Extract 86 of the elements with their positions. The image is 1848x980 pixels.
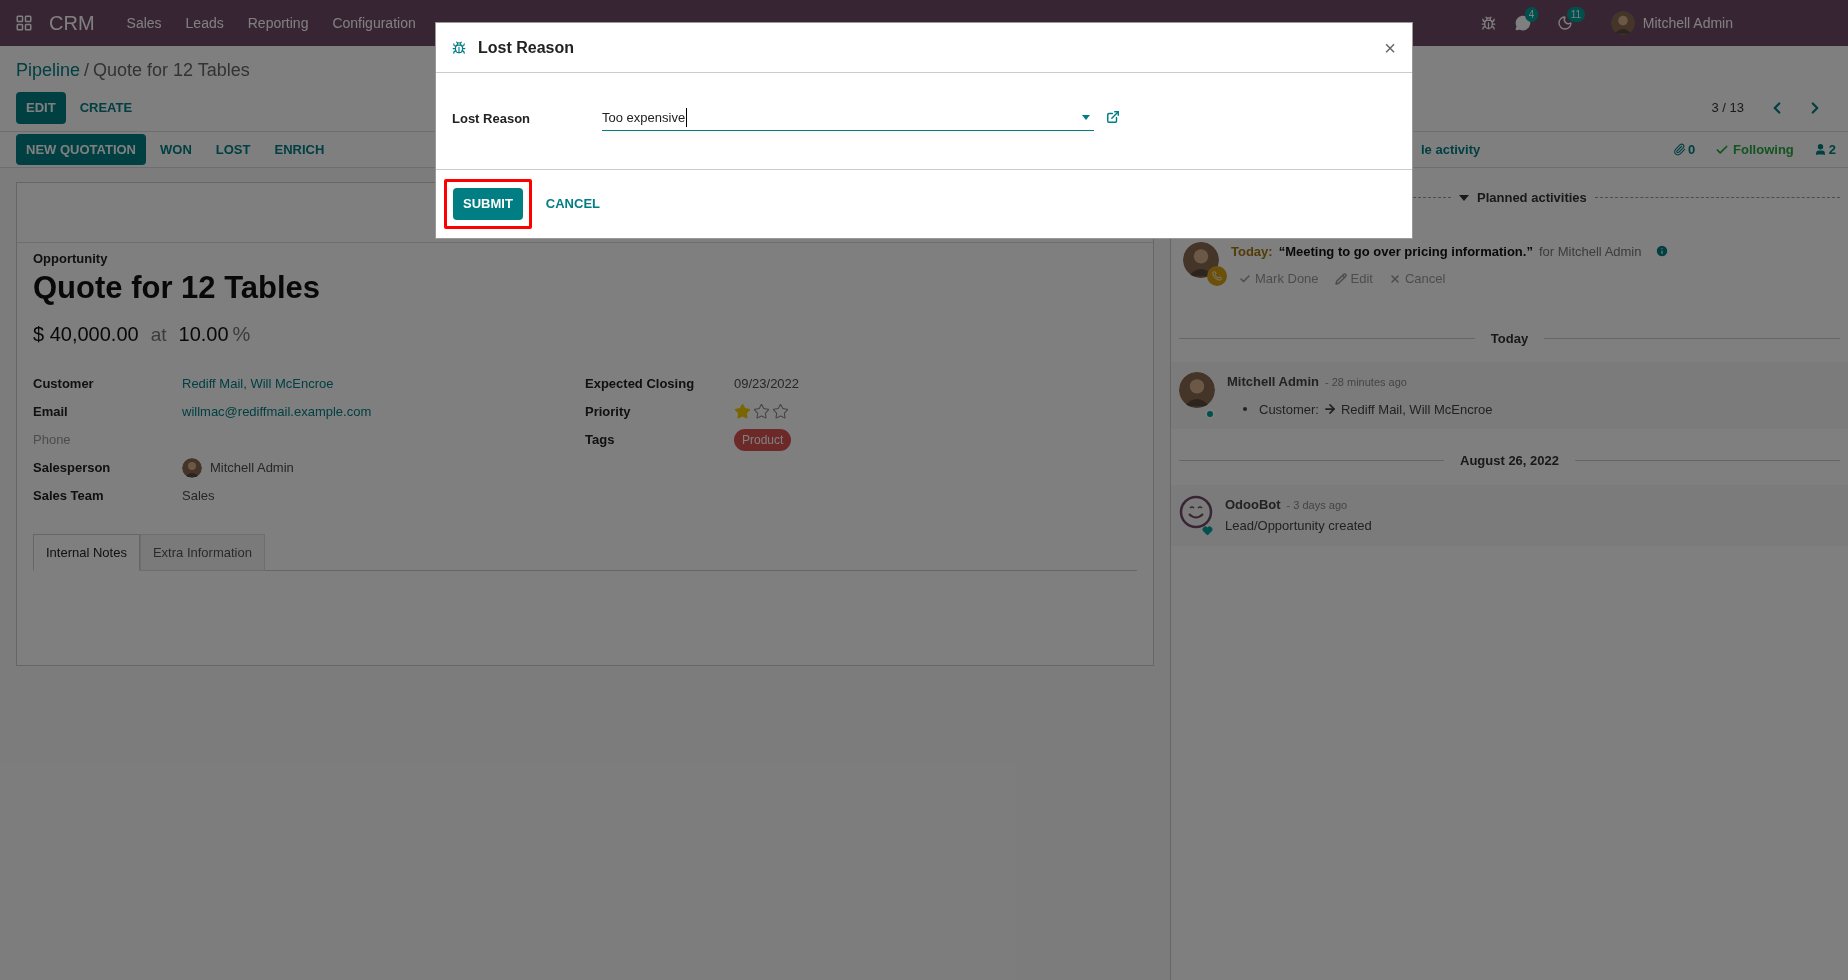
text-button[interactable]: LOST (205, 133, 261, 166)
debug-icon[interactable] (452, 40, 466, 55)
field-label: Sales Team (33, 487, 105, 505)
breadcrumb-separator: / (84, 58, 90, 82)
menu-item[interactable]: Configuration (320, 12, 428, 34)
planned-activities-toggle[interactable]: Planned activities (1477, 188, 1587, 208)
dropdown-caret-icon[interactable] (1082, 115, 1090, 120)
message-body: Lead/Opportunity created (1225, 517, 1372, 535)
user-avatar (1183, 241, 1219, 278)
breadcrumb-link[interactable]: Pipeline (16, 56, 81, 84)
notebook-tab[interactable]: Extra Information (139, 533, 265, 572)
following-button[interactable]: Following (1733, 139, 1794, 160)
field-link[interactable]: Rediff Mail, Will McEncroe (182, 374, 334, 394)
primary-button[interactable]: EDIT (16, 92, 66, 124)
count-badge: 11 (1566, 7, 1586, 22)
tracking-value: Rediff Mail, Will McEncroe (1340, 400, 1493, 419)
text-button[interactable]: CREATE (69, 92, 143, 124)
user-menu[interactable]: Mitchell Admin (1642, 12, 1733, 34)
due-label: Today: (1231, 242, 1273, 261)
message-author[interactable]: OdooBot (1225, 494, 1281, 514)
breadcrumb-current: Quote for 12 Tables (93, 58, 250, 82)
activity-assignee: for Mitchell Admin (1538, 242, 1642, 261)
count-badge: 4 (1524, 7, 1539, 22)
expected-revenue: $ 40,000.00 (33, 322, 139, 348)
field-label: Salesperson (33, 459, 112, 477)
primary-button[interactable]: NEW QUOTATION (16, 133, 146, 166)
info-icon[interactable] (1655, 244, 1670, 259)
dialog-title: Lost Reason (478, 37, 575, 58)
tracking-field: Customer: (1259, 399, 1319, 419)
field-label: Lost Reason (452, 110, 531, 128)
apps-menu-icon[interactable] (15, 14, 33, 32)
phone-badge-icon (1207, 265, 1227, 286)
field-value: 09/23/2022 (734, 375, 800, 393)
star-icon[interactable] (734, 403, 751, 421)
star-icon[interactable] (753, 403, 770, 421)
date-separator: August 26, 2022 (1460, 452, 1559, 470)
activity-icon[interactable] (1556, 15, 1573, 31)
field-value: Sales (182, 487, 215, 505)
followers-count[interactable]: 2 (1828, 139, 1836, 160)
debug-icon[interactable] (1480, 15, 1496, 31)
field-value: Mitchell Admin (210, 459, 294, 477)
user-avatar (1610, 11, 1635, 35)
app-name[interactable]: CRM (49, 8, 95, 38)
record-type-label: Opportunity (33, 250, 109, 268)
percent-sign: % (232, 322, 251, 348)
schedule-activity-link[interactable]: le activity (1421, 139, 1481, 160)
activity-summary: “Meeting to go over pricing information.” (1278, 242, 1533, 261)
check-icon (1239, 272, 1251, 285)
attachment-count[interactable]: 0 (1687, 139, 1696, 160)
user-avatar (182, 457, 202, 478)
menu-item[interactable]: Reporting (235, 12, 321, 34)
field-value: Too expensive (602, 107, 688, 128)
close-button[interactable]: × (1384, 37, 1396, 58)
text-button[interactable]: WON (150, 133, 202, 166)
field-label: Priority (585, 403, 632, 421)
online-status-icon (1205, 409, 1215, 419)
external-link-icon[interactable] (1106, 110, 1120, 124)
field-label: Email (33, 403, 69, 421)
primary-button[interactable]: SUBMIT (453, 188, 523, 220)
date-separator: Today (1490, 329, 1529, 348)
select-field[interactable]: Too expensive (602, 105, 1094, 131)
field-label: Customer (33, 375, 95, 393)
at-label: at (150, 323, 167, 348)
pager-value: 3 / 13 (1711, 99, 1744, 117)
bot-avatar-icon (1179, 494, 1213, 529)
star-icon[interactable] (772, 403, 789, 421)
followers-icon[interactable] (1813, 143, 1827, 156)
user-avatar (1179, 372, 1215, 408)
text-button[interactable]: CANCEL (535, 188, 610, 220)
caret-icon[interactable] (1459, 194, 1469, 201)
notebook-tab[interactable]: Internal Notes (33, 533, 140, 572)
attachment-icon[interactable] (1672, 143, 1686, 156)
menu-item[interactable]: Sales (114, 12, 174, 34)
pencil-icon (1334, 272, 1347, 285)
field-label: Expected Closing (585, 375, 696, 393)
heart-icon (1202, 524, 1213, 536)
bullet-icon (1243, 407, 1247, 412)
field-label: Tags (585, 431, 616, 449)
record-title: Quote for 12 Tables (33, 268, 322, 307)
close-icon (1389, 272, 1401, 285)
menu-item[interactable]: Leads (173, 12, 236, 34)
field-link[interactable]: willmac@rediffmail.example.com (182, 402, 372, 422)
probability-value: 10.00 (178, 322, 229, 348)
message-author[interactable]: Mitchell Admin (1227, 372, 1319, 392)
text-button[interactable]: ENRICH (264, 133, 335, 166)
tag: Product (734, 428, 792, 451)
